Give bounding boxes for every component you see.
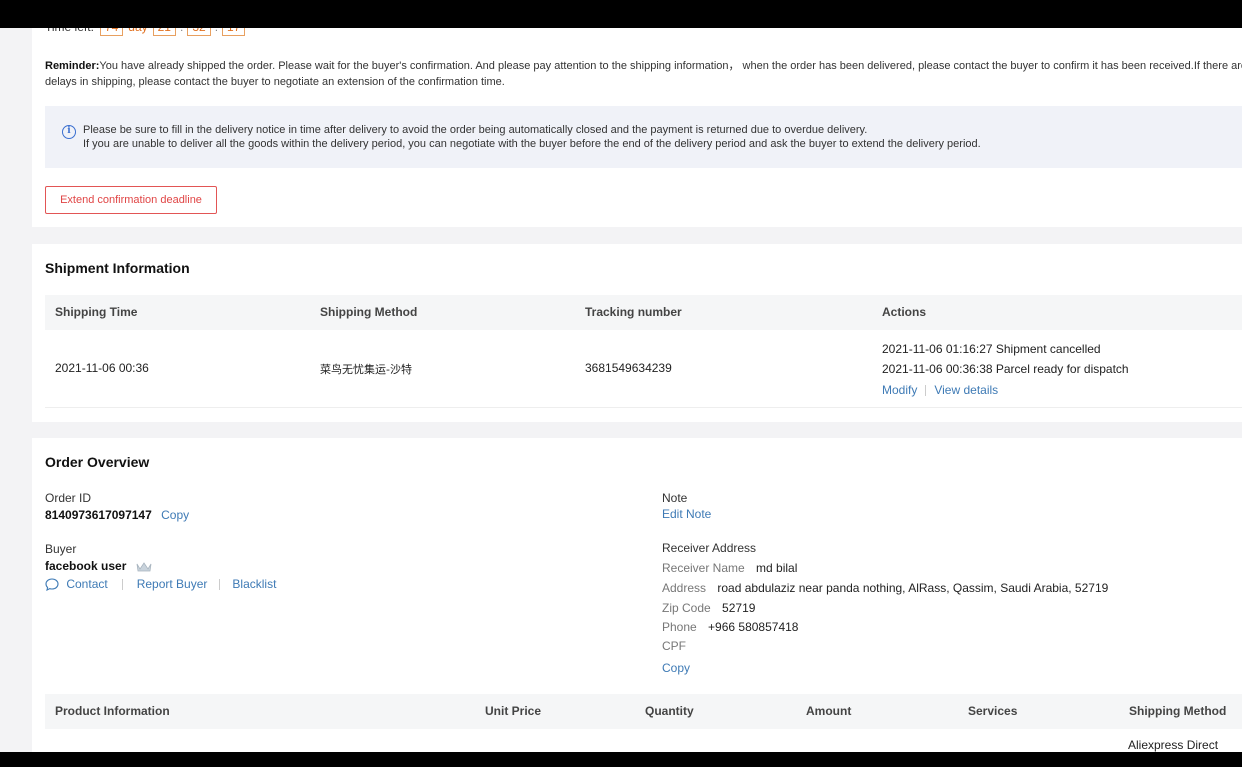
reminder-line-2: delays in shipping, please contact the b… [45, 76, 505, 88]
zip-label: Zip Code [662, 601, 711, 615]
column-header: Tracking number [585, 305, 682, 319]
row-divider [45, 407, 1242, 408]
shipment-table-header: Shipping Time Shipping Method Tracking n… [45, 295, 1242, 330]
column-header: Quantity [645, 704, 694, 718]
shipping-method-value: Aliexpress Direct [1128, 738, 1219, 752]
phone-value: +966 580857418 [708, 620, 799, 634]
shipment-event: 2021-11-06 00:36:38 Parcel ready for dis… [882, 362, 1129, 376]
phone-row: Phone +966 580857418 [662, 620, 798, 634]
reminder-text: Reminder:You have already shipped the or… [45, 58, 1242, 92]
cpf-label: CPF [662, 639, 686, 653]
receiver-name-value: md bilal [756, 561, 798, 575]
extend-confirmation-deadline-button[interactable]: Extend confirmation deadline [45, 186, 217, 214]
top-black-bar [0, 0, 1242, 28]
view-details-link[interactable]: View details [934, 383, 998, 397]
address-value: road abdulaziz near panda nothing, AlRas… [717, 581, 1109, 595]
column-header: Product Information [55, 704, 170, 718]
order-id-value: 8140973617097147 [45, 508, 152, 522]
receiver-name-label: Receiver Name [662, 561, 745, 575]
receiver-name-row: Receiver Name md bilal [662, 561, 797, 575]
order-overview-title: Order Overview [45, 454, 150, 470]
shipment-information-title: Shipment Information [45, 260, 190, 276]
shipping-time-cell: 2021-11-06 00:36 [55, 361, 149, 375]
divider [925, 385, 927, 397]
address-label: Address [662, 581, 707, 595]
divider [121, 579, 123, 591]
column-header: Shipping Method [1129, 704, 1227, 718]
product-table-header: Product Information Unit Price Quantity … [45, 694, 1242, 729]
buyer-row: facebook user [45, 559, 152, 573]
column-header: Services [968, 704, 1018, 718]
notice-line-2: If you are unable to deliver all the goo… [83, 138, 981, 150]
shipment-event: 2021-11-06 01:16:27 Shipment cancelled [882, 342, 1101, 356]
copy-order-id-button[interactable]: Copy [161, 508, 189, 522]
shipping-method-cell: 菜鸟无忧集运-沙特 [320, 363, 412, 376]
order-id-row: 8140973617097147 Copy [45, 508, 189, 522]
notice-text: Please be sure to fill in the delivery n… [83, 123, 981, 151]
reminder-line-1: You have already shipped the order. Plea… [99, 60, 1242, 72]
note-label: Note [662, 491, 688, 505]
delivery-notice: i Please be sure to fill in the delivery… [45, 106, 1242, 168]
shipment-information-card: Shipment Information Shipping Time Shipp… [32, 244, 1242, 422]
order-id-label: Order ID [45, 491, 92, 505]
order-overview-card: Order Overview Order ID 8140973617097147… [32, 438, 1242, 752]
address-row: Address road abdulaziz near panda nothin… [662, 581, 1108, 595]
tracking-number-cell: 3681549634239 [585, 361, 672, 375]
cpf-row: CPF [662, 639, 686, 653]
bottom-black-bar [0, 752, 1242, 767]
modify-link[interactable]: Modify [882, 383, 917, 397]
edit-note-link[interactable]: Edit Note [662, 507, 711, 521]
buyer-label: Buyer [45, 542, 77, 556]
column-header: Shipping Time [55, 305, 138, 319]
column-header: Shipping Method [320, 305, 418, 319]
blacklist-link[interactable]: Blacklist [232, 577, 276, 591]
divider [219, 579, 221, 591]
column-header: Unit Price [485, 704, 542, 718]
copy-address-button[interactable]: Copy [662, 661, 690, 675]
buyer-actions: Contact Report Buyer Blacklist [45, 577, 276, 592]
column-header: Amount [806, 704, 852, 718]
contact-buyer-link[interactable]: Contact [66, 577, 107, 591]
row-actions: Modify View details [882, 383, 998, 397]
chat-icon [45, 578, 59, 592]
info-icon: i [62, 125, 76, 139]
receiver-address-label: Receiver Address [662, 541, 757, 555]
buyer-name: facebook user [45, 559, 127, 573]
crown-icon [136, 562, 152, 572]
zip-value: 52719 [722, 601, 756, 615]
column-header: Actions [882, 305, 927, 319]
report-buyer-link[interactable]: Report Buyer [137, 577, 208, 591]
table-row: 2021-11-06 00:36 菜鸟无忧集运-沙特 3681549634239… [32, 330, 1242, 406]
notice-line-1: Please be sure to fill in the delivery n… [83, 124, 868, 136]
zip-row: Zip Code 52719 [662, 601, 755, 615]
reminder-label: Reminder: [45, 60, 100, 72]
phone-label: Phone [662, 620, 697, 634]
order-status-card: Time left: 74 day 21 : 32 : 17 Reminder:… [32, 0, 1242, 227]
